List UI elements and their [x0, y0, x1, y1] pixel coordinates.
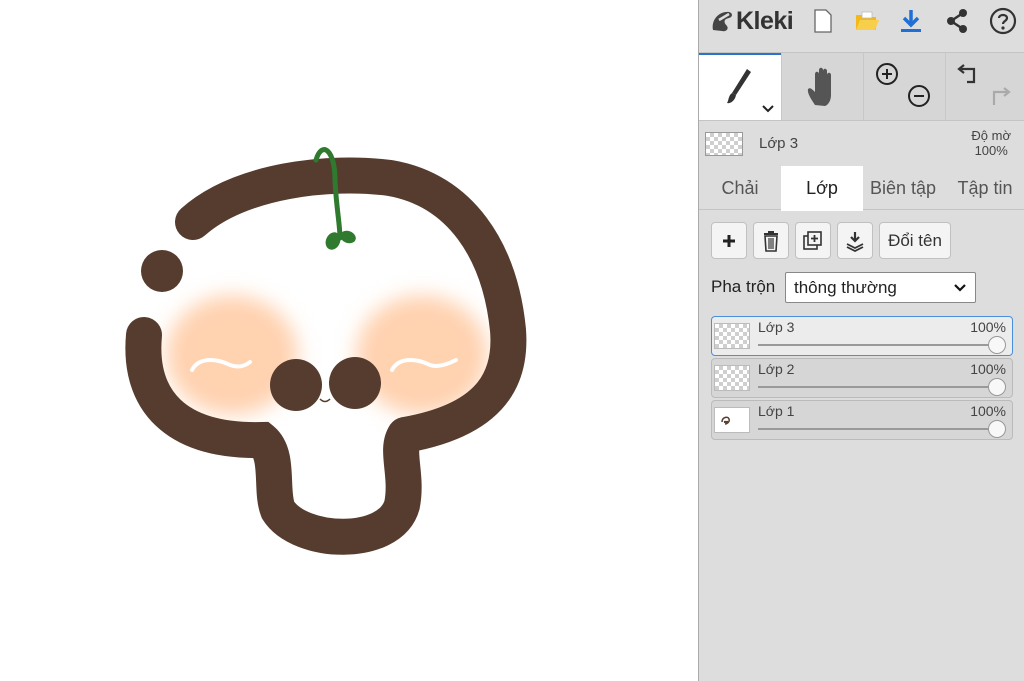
undo-redo-tool [945, 53, 1024, 120]
layer-opacity: 100% [970, 319, 1006, 335]
tab-layer[interactable]: Lớp [781, 166, 863, 211]
merge-down-icon [846, 231, 864, 252]
layer-thumbnail [714, 407, 750, 433]
plus-icon [723, 234, 735, 247]
active-layer-thumbnail [705, 132, 743, 156]
zoom-in-icon[interactable] [874, 61, 900, 87]
layer-opacity: 100% [970, 361, 1006, 377]
layer-opacity-slider[interactable] [758, 344, 996, 346]
layer-row-2[interactable]: Lớp 2 100% [711, 358, 1013, 398]
open-file-button[interactable] [851, 5, 883, 37]
share-button[interactable] [941, 5, 973, 37]
hand-tool[interactable] [781, 53, 863, 120]
layer-name: Lớp 2 [758, 361, 795, 377]
blend-mode-label: Pha trộn [711, 277, 776, 296]
layer-name: Lớp 1 [758, 403, 795, 419]
top-toolbar: Kleki [699, 0, 1024, 42]
open-folder-icon [856, 11, 879, 30]
kleki-logo[interactable]: Kleki [709, 5, 794, 37]
mouth [319, 398, 331, 403]
chevron-down-icon [954, 284, 966, 292]
floating-dot [141, 250, 183, 292]
merge-down-button[interactable] [837, 222, 873, 259]
delete-layer-button[interactable] [753, 222, 789, 259]
hand-icon [807, 67, 831, 106]
layer-panel: Đổi tên Pha trộn thông thường Lớp 3 100%… [699, 211, 1024, 681]
layer-thumbnail [714, 323, 750, 349]
tab-brush[interactable]: Chải [699, 166, 781, 210]
new-file-button[interactable] [807, 5, 839, 37]
chevron-down-icon[interactable] [761, 104, 775, 114]
layer-row-3[interactable]: Lớp 3 100% [711, 316, 1013, 356]
help-button[interactable] [987, 5, 1019, 37]
layer-opacity-handle[interactable] [988, 378, 1006, 396]
new-file-icon [814, 9, 832, 33]
app-name: Kleki [736, 6, 794, 35]
layer-opacity-slider[interactable] [758, 386, 996, 388]
side-panel: Kleki Lớp 3 Độ mờ 100% Chải Lớp Biên tập… [698, 0, 1024, 681]
zoom-out-icon[interactable] [906, 83, 932, 109]
layer-opacity-handle[interactable] [988, 336, 1006, 354]
duplicate-icon [803, 230, 822, 250]
layer-opacity-handle[interactable] [988, 420, 1006, 438]
canvas-drawing [125, 147, 527, 555]
layer-opacity: 100% [970, 403, 1006, 419]
tab-edit[interactable]: Biên tập [863, 166, 943, 210]
redo-icon[interactable] [986, 85, 1012, 109]
left-nose-blob [270, 359, 322, 411]
active-layer-info: Lớp 3 Độ mờ 100% [699, 120, 1024, 166]
download-button[interactable] [895, 5, 927, 37]
tab-file[interactable]: Tập tin [945, 166, 1024, 210]
brush-tool[interactable] [699, 53, 781, 120]
layer-opacity-slider[interactable] [758, 428, 996, 430]
zoom-tool [863, 53, 945, 120]
opacity-label: Độ mờ [971, 128, 1011, 143]
rename-layer-button[interactable]: Đổi tên [879, 222, 951, 259]
layer-thumbnail [714, 365, 750, 391]
panel-tabs: Chải Lớp Biên tập Tập tin [699, 166, 1024, 211]
tool-row [699, 52, 1024, 120]
layer-name: Lớp 3 [758, 319, 795, 335]
duplicate-layer-button[interactable] [795, 222, 831, 259]
active-layer-opacity: Độ mờ 100% [971, 128, 1011, 158]
trash-icon [764, 230, 778, 252]
brush-icon [727, 68, 751, 103]
opacity-value: 100% [974, 143, 1008, 158]
kleki-logo-icon [712, 11, 732, 32]
add-layer-button[interactable] [711, 222, 747, 259]
active-layer-name: Lớp 3 [759, 135, 799, 152]
layer-preview-image [721, 416, 730, 425]
blend-mode-select[interactable]: thông thường [785, 272, 976, 303]
help-icon [989, 7, 1017, 35]
layer-row-1[interactable]: Lớp 1 100% [711, 400, 1013, 440]
undo-icon[interactable] [956, 62, 982, 86]
download-icon [901, 10, 921, 32]
drawing-canvas[interactable] [0, 0, 698, 681]
blend-mode-value: thông thường [794, 277, 897, 297]
right-nose-blob [329, 357, 381, 409]
share-icon [947, 9, 967, 33]
